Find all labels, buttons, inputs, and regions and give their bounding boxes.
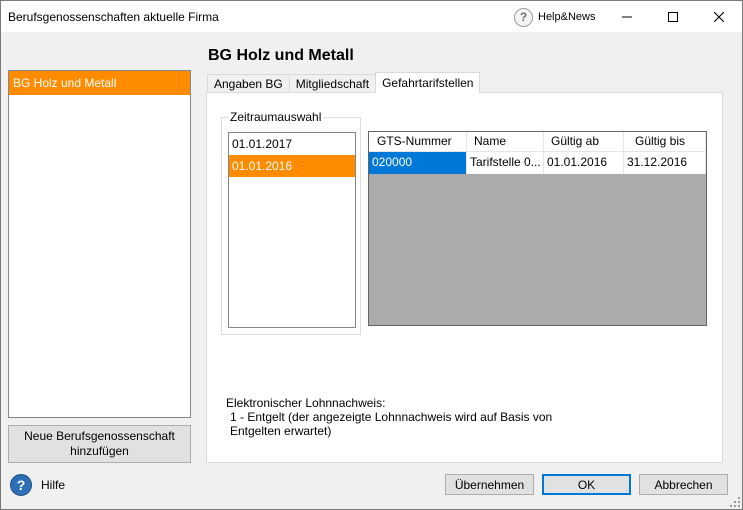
- add-bg-button[interactable]: Neue Berufsgenossenschaft hinzufügen: [8, 425, 191, 463]
- grid-header: GTS-Nummer Name Gültig ab Gültig bis: [369, 132, 706, 152]
- tab-angaben-bg[interactable]: Angaben BG: [207, 74, 290, 93]
- dialog-window: Berufsgenossenschaften aktuelle Firma ? …: [0, 0, 743, 510]
- gts-grid[interactable]: GTS-Nummer Name Gültig ab Gültig bis 020…: [368, 131, 707, 326]
- window-title: Berufsgenossenschaften aktuelle Firma: [8, 10, 219, 24]
- cancel-button[interactable]: Abbrechen: [639, 474, 728, 495]
- tab-gefahrtarifstellen[interactable]: Gefahrtarifstellen: [375, 72, 481, 93]
- help-news-label: Help&News: [538, 11, 596, 23]
- table-row[interactable]: 020000 Tarifstelle 0... 01.01.2016 31.12…: [369, 152, 706, 174]
- period-item[interactable]: 01.01.2017: [229, 133, 355, 155]
- help-news-button[interactable]: ? Help&News: [514, 7, 595, 27]
- tab-mitgliedschaft[interactable]: Mitgliedschaft: [288, 74, 377, 93]
- period-item-selected[interactable]: 01.01.2016: [229, 155, 355, 177]
- period-group: Zeitraumauswahl 01.01.2017 01.01.2016: [221, 110, 361, 335]
- apply-button[interactable]: Übernehmen: [445, 474, 534, 495]
- resize-grip-icon[interactable]: [730, 497, 740, 507]
- column-header-gts-nummer[interactable]: GTS-Nummer: [369, 132, 467, 152]
- title-bar: Berufsgenossenschaften aktuelle Firma ? …: [1, 1, 742, 32]
- maximize-button[interactable]: [650, 1, 696, 32]
- cell-gueltig-bis[interactable]: 31.12.2016: [624, 152, 706, 174]
- cell-gueltig-ab[interactable]: 01.01.2016: [544, 152, 624, 174]
- help-icon: ?: [10, 474, 32, 496]
- maximize-icon: [668, 11, 678, 22]
- tab-bar: Angaben BG Mitgliedschaft Gefahrtarifste…: [207, 72, 481, 93]
- tab-panel: Zeitraumauswahl 01.01.2017 01.01.2016 GT…: [206, 92, 723, 463]
- bg-list[interactable]: BG Holz und Metall: [8, 70, 191, 418]
- cell-name[interactable]: Tarifstelle 0...: [467, 152, 544, 174]
- minimize-icon: [622, 16, 632, 17]
- minimize-button[interactable]: [604, 1, 650, 32]
- help-circle-icon: ?: [514, 7, 533, 27]
- cell-gts-nummer[interactable]: 020000: [369, 152, 467, 174]
- column-header-gueltig-bis[interactable]: Gültig bis: [624, 132, 706, 152]
- bg-list-item-holz-metall[interactable]: BG Holz und Metall: [9, 71, 190, 95]
- close-button[interactable]: [696, 1, 742, 32]
- column-header-name[interactable]: Name: [467, 132, 544, 152]
- close-icon: [714, 11, 724, 22]
- page-title: BG Holz und Metall: [208, 47, 354, 64]
- column-header-gueltig-ab[interactable]: Gültig ab: [544, 132, 624, 152]
- electronic-wage-label: Elektronischer Lohnnachweis:: [226, 396, 386, 410]
- ok-button[interactable]: OK: [542, 474, 631, 495]
- period-group-title: Zeitraumauswahl: [228, 110, 324, 124]
- help-label: Hilfe: [41, 478, 66, 492]
- electronic-wage-value: 1 - Entgelt (der angezeigte Lohnnachweis…: [230, 410, 553, 438]
- period-list[interactable]: 01.01.2017 01.01.2016: [228, 132, 356, 328]
- help-link[interactable]: ? Hilfe: [10, 474, 65, 496]
